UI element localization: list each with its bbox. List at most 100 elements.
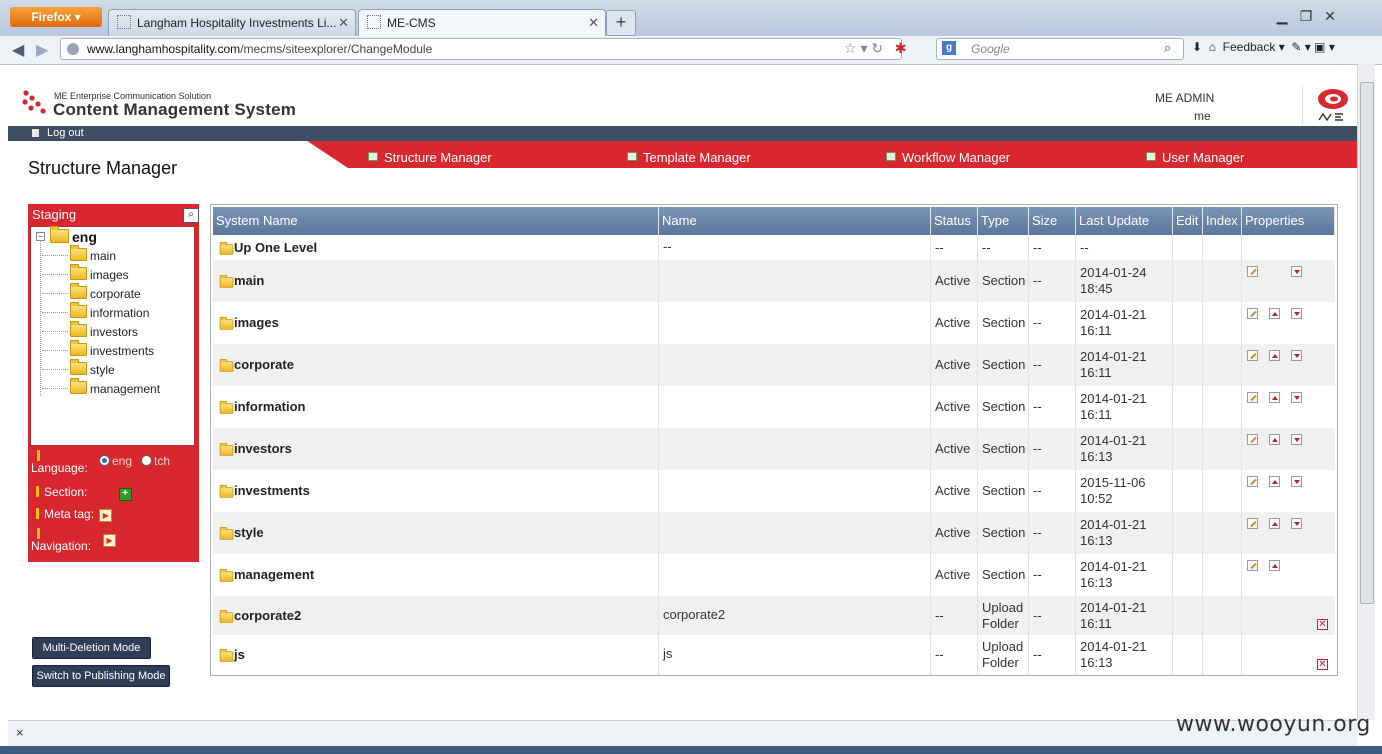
column-header-index[interactable]: Index [1203, 207, 1242, 235]
table-row[interactable]: main Active Section -- 2014-01-24 18:45 [213, 260, 1335, 302]
tree-item-style[interactable]: style [42, 359, 115, 377]
move-up-icon[interactable] [1269, 434, 1280, 445]
tree-root-eng[interactable]: eng [50, 226, 97, 245]
move-down-icon[interactable] [1291, 308, 1302, 319]
url-bar[interactable]: www.langhamhospitality.com/mecms/siteexp… [60, 38, 902, 60]
radio-eng[interactable] [99, 455, 110, 466]
table-row[interactable]: management Active Section -- 2014-01-21 16:13 [213, 554, 1335, 596]
table-row[interactable]: js js -- Upload Folder -- 2014-01-21 16:13 ✕ [213, 635, 1335, 675]
tree-item-main[interactable]: main [42, 245, 116, 263]
back-arrow-icon[interactable]: ◀ [12, 40, 24, 60]
edit-properties-icon[interactable] [1247, 476, 1258, 487]
system-name-link[interactable]: corporate2 [234, 608, 301, 623]
search-icon[interactable]: ⌕ [183, 208, 199, 223]
system-name-link[interactable]: style [234, 525, 264, 540]
tree-item-investments[interactable]: investments [42, 340, 154, 358]
browser-tab-langham[interactable]: Langham Hospitality Investments Li... ✕ [108, 9, 356, 36]
scrollbar-thumb[interactable] [1360, 82, 1374, 604]
table-row[interactable]: Up One Level -- -- -- -- -- [213, 236, 1335, 260]
move-up-icon[interactable] [1269, 476, 1280, 487]
browser-tab-mecms[interactable]: ME-CMS ✕ [358, 9, 606, 36]
move-down-icon[interactable] [1291, 392, 1302, 403]
move-down-icon[interactable] [1291, 266, 1302, 277]
table-row[interactable]: information Active Section -- 2014-01-21 16:1… [213, 386, 1335, 428]
column-header-status[interactable]: Status [931, 207, 978, 235]
reload-icon[interactable]: ↻ [871, 40, 883, 56]
move-up-icon[interactable] [1269, 350, 1280, 361]
system-name-link[interactable]: investors [234, 441, 292, 456]
system-name-link[interactable]: management [234, 567, 314, 582]
column-header-size[interactable]: Size [1029, 207, 1076, 235]
column-header-system-name[interactable]: System Name [213, 207, 659, 235]
restore-icon[interactable]: ❐ [1294, 8, 1318, 25]
move-down-icon[interactable] [1291, 434, 1302, 445]
close-window-icon[interactable]: ✕ [1318, 8, 1342, 25]
lang-option-tch[interactable]: tch [141, 454, 170, 468]
add-section-icon[interactable]: + [118, 488, 132, 501]
close-tab-icon[interactable]: ✕ [338, 10, 349, 36]
delete-icon[interactable]: ✕ [1317, 659, 1328, 670]
feedback-button[interactable]: Feedback [1223, 40, 1276, 54]
column-header-edit[interactable]: Edit [1173, 207, 1203, 235]
column-header-name[interactable]: Name [659, 207, 931, 235]
move-up-icon[interactable] [1269, 560, 1280, 571]
google-engine-icon[interactable]: g [942, 41, 956, 55]
system-name-link[interactable]: js [234, 647, 245, 662]
site-identity-icon[interactable] [67, 43, 79, 55]
multi-deletion-mode-button[interactable]: Multi-Deletion Mode [32, 637, 151, 659]
move-up-icon[interactable] [1269, 308, 1280, 319]
system-name-link[interactable]: Up One Level [234, 240, 317, 255]
extension-icon[interactable]: ▣ [1314, 40, 1325, 54]
delete-icon[interactable]: ✕ [1317, 619, 1328, 630]
column-header-properties[interactable]: Properties [1242, 207, 1335, 235]
tree-item-images[interactable]: images [42, 264, 129, 282]
metatag-edit-icon[interactable]: ▶ [99, 509, 113, 522]
system-name-link[interactable]: information [234, 399, 306, 414]
forward-arrow-icon[interactable]: ▶ [36, 40, 48, 60]
tree-item-information[interactable]: information [42, 302, 149, 320]
system-name-link[interactable]: corporate [234, 357, 294, 372]
edit-properties-icon[interactable] [1247, 560, 1258, 571]
move-down-icon[interactable] [1291, 350, 1302, 361]
bookmark-star-icon[interactable]: ☆ [844, 40, 857, 56]
nav-workflow-manager[interactable]: Workflow Manager [886, 150, 1010, 165]
edit-properties-icon[interactable] [1247, 518, 1258, 529]
home-icon[interactable]: ⌂ [1209, 40, 1216, 54]
search-icon[interactable]: ⌕ [1164, 40, 1171, 56]
edit-properties-icon[interactable] [1247, 392, 1258, 403]
move-down-icon[interactable] [1291, 518, 1302, 529]
minimize-icon[interactable]: ▁ [1270, 8, 1294, 25]
dropdown-icon[interactable]: ▾ [860, 40, 867, 56]
addon-icon[interactable]: ✱ [895, 40, 907, 56]
system-name-link[interactable]: images [234, 315, 279, 330]
table-row[interactable]: corporate Active Section -- 2014-01-21 16:11 [213, 344, 1335, 386]
table-row[interactable]: corporate2 corporate2 -- Upload Folder -- 2014… [213, 596, 1335, 635]
nav-template-manager[interactable]: Template Manager [627, 150, 751, 165]
move-up-icon[interactable] [1269, 392, 1280, 403]
nav-structure-manager[interactable]: Structure Manager [368, 150, 492, 165]
tools-icon[interactable]: ✎ [1291, 40, 1301, 54]
close-addon-bar-icon[interactable]: × [16, 725, 24, 740]
table-row[interactable]: investments Active Section -- 2015-11-06 10:5… [213, 470, 1335, 512]
edit-properties-icon[interactable] [1247, 266, 1258, 277]
new-tab-button[interactable]: + [606, 10, 636, 36]
firefox-menu-button[interactable]: Firefox ▾ [10, 7, 102, 27]
column-header-type[interactable]: Type [978, 207, 1029, 235]
edit-properties-icon[interactable] [1247, 350, 1258, 361]
move-up-icon[interactable] [1269, 518, 1280, 529]
table-row[interactable]: investors Active Section -- 2014-01-21 16:13 [213, 428, 1335, 470]
system-name-link[interactable]: main [234, 273, 264, 288]
edit-properties-icon[interactable] [1247, 434, 1258, 445]
move-down-icon[interactable] [1291, 476, 1302, 487]
edit-properties-icon[interactable] [1247, 308, 1258, 319]
column-header-last-update[interactable]: Last Update [1076, 207, 1173, 235]
tree-item-corporate[interactable]: corporate [42, 283, 141, 301]
lang-option-eng[interactable]: eng [99, 454, 132, 468]
download-icon[interactable]: ⬇ [1192, 40, 1202, 54]
logout-link[interactable]: Log out [32, 126, 84, 141]
navigation-edit-icon[interactable]: ▶ [103, 534, 116, 547]
search-input[interactable]: Google [936, 38, 1184, 60]
close-tab-icon[interactable]: ✕ [588, 10, 599, 36]
nav-user-manager[interactable]: User Manager [1146, 150, 1244, 165]
table-row[interactable]: images Active Section -- 2014-01-21 16:11 [213, 302, 1335, 344]
